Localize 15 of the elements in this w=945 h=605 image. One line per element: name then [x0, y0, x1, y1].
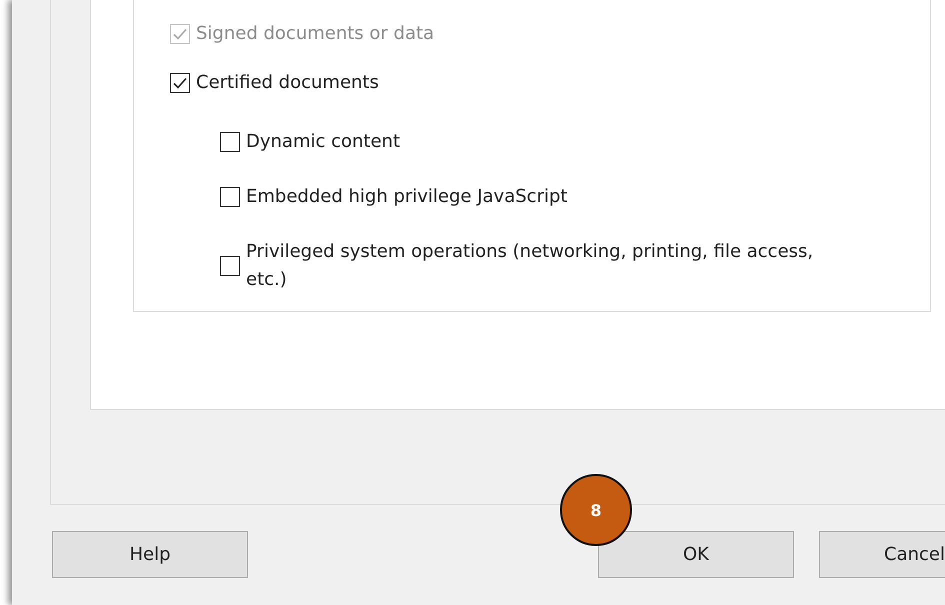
- checkbox-label: Privileged system operations (networking, printing, file access, etc.): [246, 240, 814, 292]
- checkbox[interactable]: [220, 187, 240, 207]
- check-icon: [173, 28, 187, 40]
- checkbox[interactable]: [170, 73, 190, 93]
- checkbox-label: Signed documents or data: [196, 22, 434, 46]
- checkbox[interactable]: [220, 132, 240, 152]
- dialog-button[interactable]: OK: [598, 531, 794, 578]
- checkbox-label: Embedded high privilege JavaScript: [246, 185, 568, 209]
- checkbox-label: Certified documents: [196, 71, 379, 95]
- checkbox-label: Dynamic content: [246, 130, 400, 154]
- step-number-badge: 8: [560, 474, 632, 546]
- checkbox[interactable]: [220, 256, 240, 276]
- dialog-button[interactable]: Help: [52, 531, 248, 578]
- dialog-button[interactable]: Cancel: [819, 531, 945, 578]
- check-icon: [173, 77, 187, 89]
